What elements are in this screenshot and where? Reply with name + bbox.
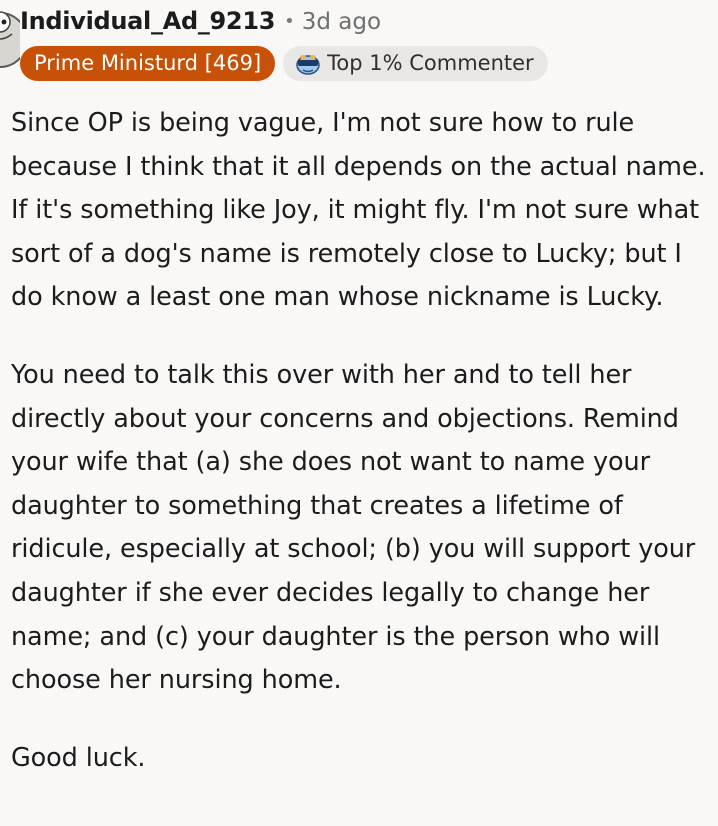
- badge-row: Prime Ministurd [469] Top 1% Commenter: [20, 46, 548, 81]
- top-commenter-label: Top 1% Commenter: [327, 51, 534, 75]
- comment-timestamp[interactable]: 3d ago: [302, 9, 381, 35]
- author-username[interactable]: Individual_Ad_9213: [20, 7, 275, 35]
- user-flair[interactable]: Prime Ministurd [469]: [20, 46, 276, 81]
- comment-body: Since OP is being vague, I'm not sure ho…: [11, 102, 711, 814]
- comment-paragraph: Good luck.: [11, 742, 146, 773]
- comment-paragraph: Since OP is being vague, I'm not sure ho…: [11, 108, 706, 313]
- avatar[interactable]: [0, 0, 28, 70]
- top-commenter-icon: [296, 54, 320, 75]
- comment-header: Individual_Ad_9213 • 3d ago: [20, 7, 381, 35]
- comment-paragraph: You need to talk this over with her and …: [11, 359, 696, 696]
- separator-dot: •: [284, 11, 295, 32]
- top-commenter-badge[interactable]: Top 1% Commenter: [283, 46, 548, 81]
